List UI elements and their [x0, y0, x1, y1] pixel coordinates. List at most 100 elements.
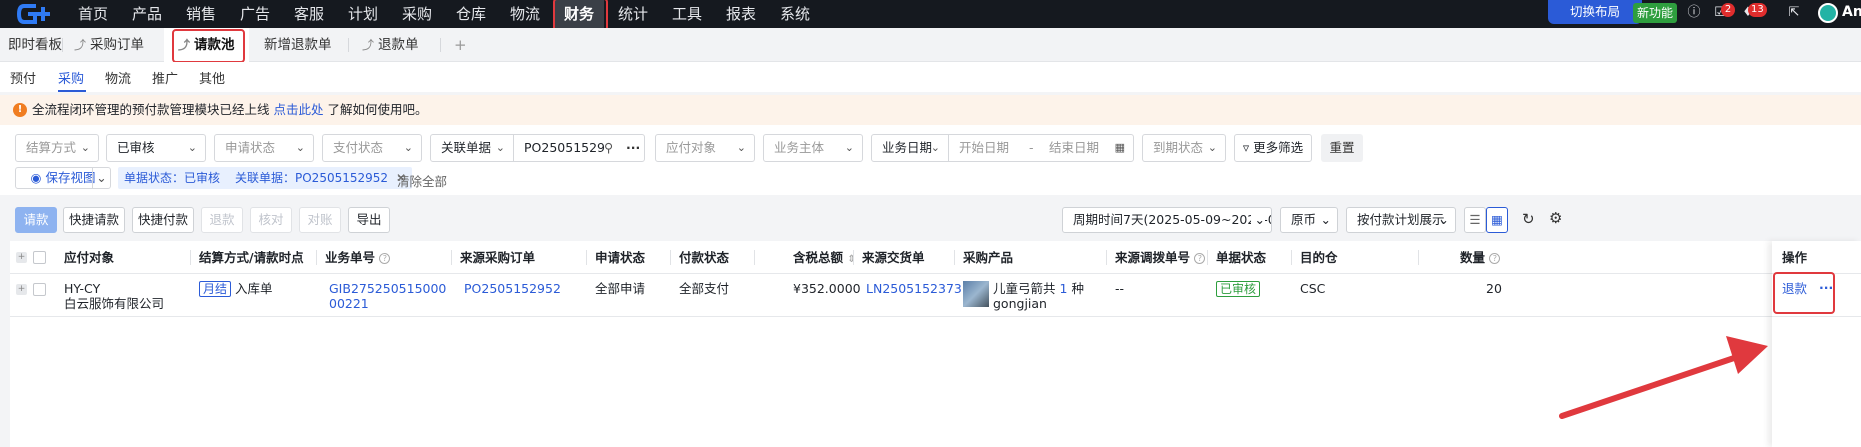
product-thumbnail[interactable] [963, 281, 989, 307]
expand-all-icon[interactable]: + [16, 252, 27, 263]
nav-reports[interactable]: 报表 [726, 0, 756, 28]
date-range-picker[interactable]: 开始日期 - 结束日期 ▦ [948, 134, 1134, 162]
status-badge: 已审核 [1216, 281, 1261, 297]
nav-sales[interactable]: 销售 [186, 0, 216, 28]
row-checkbox[interactable] [33, 283, 46, 296]
table-row[interactable]: + HY-CY 白云服饰有限公司 月结 入库单 GIB2752505150000… [10, 274, 1861, 317]
related-doc-type-select[interactable]: 关联单据 ⌄ [430, 134, 514, 162]
business-entity-select[interactable]: 业务主体 ⌄ [763, 134, 863, 162]
grid-view-icon[interactable]: ▦ [1486, 207, 1508, 233]
start-date-placeholder[interactable]: 开始日期 [959, 140, 1009, 155]
more-filters-button[interactable]: ▿ 更多筛选 [1234, 134, 1312, 162]
sort-icon[interactable]: ⇕ [847, 254, 855, 265]
reconcile-button[interactable]: 对账 [299, 207, 341, 233]
col-product[interactable]: 采购产品 [963, 241, 1013, 274]
filter-icon: ▿ [1242, 140, 1254, 155]
more-icon[interactable]: ··· [626, 135, 640, 161]
list-view-icon[interactable]: ☰ [1464, 207, 1486, 233]
col-warehouse[interactable]: 目的仓 [1300, 241, 1338, 274]
subtab-logistics[interactable]: 物流 [105, 68, 131, 87]
tab-new-refund[interactable]: 新增退款单 [264, 28, 332, 62]
bell-icon[interactable]: ♦13 [1740, 3, 1767, 21]
delivery-link[interactable]: LN2505152373 [866, 281, 962, 296]
quick-request-button[interactable]: 快捷请款 [63, 207, 125, 233]
subtab-promotion[interactable]: 推广 [152, 68, 178, 87]
related-doc-input[interactable]: PO25051529 ⚲ ··· [513, 134, 645, 162]
help-icon[interactable]: ? [1194, 253, 1206, 264]
tab-dashboard[interactable]: 即时看板 [8, 28, 62, 62]
export-button[interactable]: 导出 [348, 207, 390, 233]
display-mode-select[interactable]: 按付款计划展示 ⌄ [1346, 207, 1456, 233]
subtab-other[interactable]: 其他 [199, 68, 225, 87]
col-settle[interactable]: 结算方式/请款时点 [199, 241, 304, 274]
nav-tools[interactable]: 工具 [672, 0, 702, 28]
new-feature-button[interactable]: 新功能 [1633, 3, 1677, 23]
user-name[interactable]: An [1842, 4, 1861, 20]
request-payment-button[interactable]: 请款 [15, 207, 57, 233]
tab-refund-list[interactable]: ⤴ 退款单 [362, 28, 419, 62]
nav-plan[interactable]: 计划 [348, 0, 378, 28]
date-type-select[interactable]: 业务日期 ⌄ [871, 134, 949, 162]
due-status-select[interactable]: 到期状态 ⌄ [1142, 134, 1226, 162]
end-date-placeholder[interactable]: 结束日期 [1049, 135, 1099, 161]
expand-row-icon[interactable]: + [16, 284, 27, 295]
col-delivery[interactable]: 来源交货单 [862, 241, 925, 274]
nav-system[interactable]: 系统 [780, 0, 810, 28]
nav-ads[interactable]: 广告 [240, 0, 270, 28]
add-tab-button[interactable]: + [454, 28, 467, 62]
tab-purchase-order[interactable]: ⤴ 采购订单 [74, 28, 144, 62]
col-source-po[interactable]: 来源采购订单 [460, 241, 535, 274]
subtab-purchase[interactable]: 采购 [58, 68, 84, 87]
nav-purchase[interactable]: 采购 [402, 0, 432, 28]
col-qty[interactable]: 数量 ? [1460, 241, 1501, 274]
col-doc-status[interactable]: 单据状态 [1216, 241, 1266, 274]
pin-icon[interactable]: ⤴ [74, 38, 86, 52]
message-icon[interactable]: ☑ 2 [1712, 3, 1735, 21]
header-label: 来源调拨单号 [1115, 250, 1191, 265]
select-value: 业务日期 [882, 140, 933, 155]
subtab-prepay[interactable]: 预付 [10, 68, 36, 87]
source-po-link[interactable]: PO2505152952 [464, 281, 561, 296]
apply-status-select[interactable]: 申请状态 ⌄ [214, 134, 314, 162]
avatar[interactable] [1818, 3, 1838, 23]
search-icon[interactable]: ⚲ [604, 135, 613, 161]
nav-stats[interactable]: 统计 [618, 0, 648, 28]
brand-logo-icon[interactable] [16, 2, 58, 26]
quick-pay-button[interactable]: 快捷付款 [132, 207, 194, 233]
nav-service[interactable]: 客服 [294, 0, 324, 28]
biz-no-link[interactable]: GIB27525051500000221 [329, 281, 447, 311]
refresh-icon[interactable]: ↻ [1522, 210, 1535, 228]
col-apply-status[interactable]: 申请状态 [595, 241, 645, 274]
select-all-checkbox[interactable] [33, 251, 46, 264]
nav-logistics[interactable]: 物流 [510, 0, 540, 28]
col-transfer[interactable]: 来源调拨单号 ? [1115, 241, 1206, 274]
nav-warehouse[interactable]: 仓库 [456, 0, 486, 28]
fullscreen-icon[interactable]: ⇱ [1786, 5, 1802, 21]
help-icon[interactable]: ? [1489, 253, 1501, 264]
col-biz-no[interactable]: 业务单号 ? [325, 241, 391, 274]
gear-icon[interactable]: ⚙ [1549, 209, 1562, 227]
settle-method-select[interactable]: 结算方式 ⌄ [15, 134, 99, 162]
help-icon[interactable]: ? [379, 253, 391, 264]
reset-button[interactable]: 重置 [1321, 134, 1363, 162]
verify-button[interactable]: 核对 [250, 207, 292, 233]
pay-status-select[interactable]: 支付状态 ⌄ [322, 134, 422, 162]
help-icon[interactable]: ⓘ [1686, 5, 1702, 21]
save-view-button[interactable]: ◉ 保存视图 ⌄ [15, 167, 111, 189]
pin-icon[interactable]: ⤴ [362, 38, 374, 52]
period-select[interactable]: 周期时间7天(2025-05-09~2025-05 ⌄ [1062, 207, 1272, 233]
col-amount[interactable]: 含税总额 ⇕ [793, 241, 856, 274]
notice-link[interactable]: 点击此处 [274, 102, 324, 117]
payee-select[interactable]: 应付对象 ⌄ [655, 134, 755, 162]
switch-layout-button[interactable]: 切换布局 [1548, 0, 1642, 24]
currency-select[interactable]: 原币 ⌄ [1280, 207, 1338, 233]
audit-status-select[interactable]: 已审核 ⌄ [106, 134, 206, 162]
nav-product[interactable]: 产品 [132, 0, 162, 28]
chevron-down-icon[interactable]: ⌄ [92, 168, 110, 188]
clear-all-link[interactable]: 清除全部 [397, 171, 447, 190]
refund-button[interactable]: 退款 [201, 207, 243, 233]
nav-home[interactable]: 首页 [78, 0, 108, 28]
col-payee[interactable]: 应付对象 [64, 241, 114, 274]
col-pay-status[interactable]: 付款状态 [679, 241, 729, 274]
product-count-link[interactable]: 1 [1060, 281, 1068, 296]
